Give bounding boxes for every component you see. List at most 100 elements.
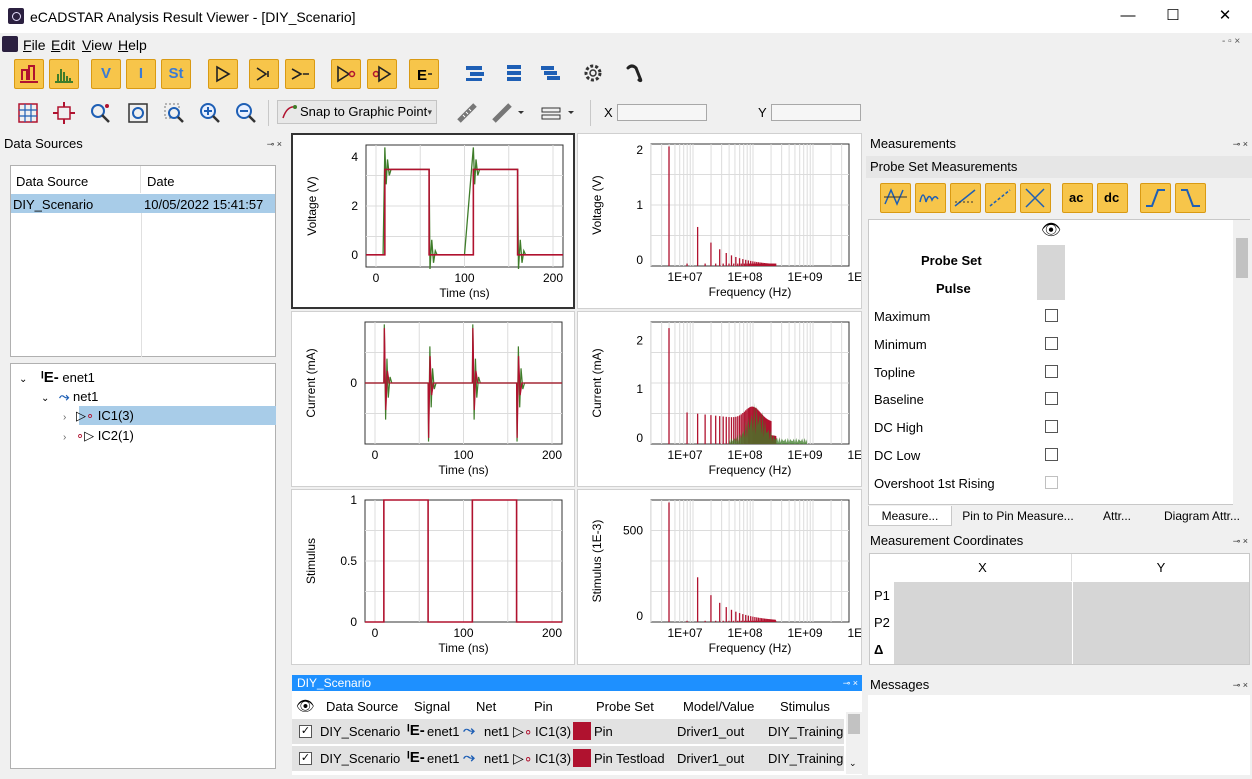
measure-pulse-button[interactable] bbox=[880, 183, 911, 213]
measurement-checkbox[interactable] bbox=[1045, 475, 1058, 489]
measure-slew-button[interactable] bbox=[985, 183, 1016, 213]
x-tick-label: 1E+09 bbox=[787, 270, 822, 284]
signal-cell: enet1 bbox=[427, 751, 460, 766]
pin-close-icon[interactable]: ⊸ × bbox=[1233, 675, 1248, 695]
measure-rising-edge-button[interactable] bbox=[1140, 183, 1171, 213]
measurement-checkbox[interactable] bbox=[1045, 448, 1058, 461]
frequency-chart-button[interactable] bbox=[49, 59, 79, 89]
tab-measure[interactable]: Measure... bbox=[868, 506, 952, 526]
measurement-checkbox[interactable] bbox=[1045, 309, 1058, 322]
zoom-window-icon[interactable] bbox=[126, 101, 150, 125]
enet-button[interactable]: E bbox=[409, 59, 439, 89]
measure-rise-button[interactable] bbox=[950, 183, 981, 213]
stack-button[interactable] bbox=[500, 59, 530, 89]
scrollbar[interactable] bbox=[1233, 220, 1250, 505]
measure-dropdown-icon[interactable] bbox=[490, 101, 524, 125]
plot-cell-3[interactable]: 0 100 200 0 Time (ns) Current (mA) bbox=[291, 311, 575, 487]
measure-falling-edge-button[interactable] bbox=[1175, 183, 1206, 213]
maximize-button[interactable]: ☐ bbox=[1158, 6, 1188, 26]
col-header-stimulus[interactable]: Stimulus bbox=[780, 699, 830, 714]
zoom-in-icon[interactable] bbox=[198, 101, 222, 125]
settings-button[interactable] bbox=[579, 59, 609, 89]
minimize-button[interactable]: — bbox=[1113, 6, 1143, 26]
measure-ac-button[interactable]: ac bbox=[1062, 183, 1093, 213]
snap-to-graphic-point-dropdown[interactable]: Snap to Graphic Point ▾ bbox=[277, 100, 437, 124]
ruler-icon[interactable] bbox=[455, 101, 479, 125]
phone-button[interactable] bbox=[620, 59, 650, 89]
tab-diagram-attributes[interactable]: Diagram Attr... bbox=[1152, 506, 1252, 526]
time-domain-chart-button[interactable] bbox=[14, 59, 44, 89]
close-button[interactable]: ✕ bbox=[1210, 6, 1240, 26]
x-coord-field[interactable] bbox=[617, 104, 707, 121]
scrollbar-thumb[interactable] bbox=[1236, 238, 1248, 278]
plot-cell-1[interactable]: 0 100 200 4 2 0 Time (ns) Voltage (V) bbox=[291, 133, 575, 309]
zoom-area-icon[interactable] bbox=[162, 101, 186, 125]
zoom-out-icon[interactable] bbox=[234, 101, 258, 125]
x-tick-label: 1E+08 bbox=[727, 626, 762, 640]
visibility-eye-icon[interactable]: 👁 bbox=[296, 697, 315, 715]
probe-pin-button[interactable] bbox=[208, 59, 238, 89]
col-header-probe-set[interactable]: Probe Set bbox=[596, 699, 654, 714]
plot-cell-2[interactable]: 1E+07 1E+08 1E+09 1E+10 2 1 0 Frequency (Hz) Vol… bbox=[577, 133, 883, 309]
col-header-model-value[interactable]: Model/Value bbox=[683, 699, 754, 714]
measurement-checkbox[interactable] bbox=[1045, 336, 1058, 350]
y-tick-label: 2 bbox=[636, 143, 643, 157]
row-visible-checkbox[interactable]: ✓ bbox=[299, 752, 312, 765]
probe-pair-button[interactable] bbox=[285, 59, 315, 89]
stimulus-button[interactable]: St bbox=[161, 59, 191, 89]
tree-item-ic2[interactable]: › ∘▷ IC2(1) bbox=[63, 428, 134, 444]
row-visible-checkbox[interactable]: ✓ bbox=[299, 725, 312, 738]
align-dropdown-icon[interactable] bbox=[540, 101, 576, 125]
plot-cell-4[interactable]: 1E+07 1E+08 1E+09 1E+10 2 1 0 Frequency (Hz) Cur… bbox=[577, 311, 883, 487]
menu-help[interactable]: Help bbox=[118, 37, 147, 53]
current-button[interactable]: I bbox=[126, 59, 156, 89]
col-header-data-source[interactable]: Data Source bbox=[16, 174, 88, 189]
plot-cell-5[interactable]: 0 100 200 1 0.5 0 Time (ns) Stimulus bbox=[291, 489, 575, 665]
tree-item-enet1[interactable]: ⌄ ᴵE- enet1 bbox=[19, 369, 95, 386]
pin-close-icon[interactable]: ⊸ × bbox=[1233, 134, 1248, 154]
measure-dc-button[interactable]: dc bbox=[1097, 183, 1128, 213]
zoom-fit-all-icon[interactable] bbox=[16, 101, 40, 125]
tree-item-ic1[interactable]: › ▷∘ IC1(3) bbox=[63, 408, 134, 424]
measure-ringing-button[interactable] bbox=[915, 183, 946, 213]
chevron-down-icon[interactable]: ⌄ bbox=[849, 758, 857, 769]
tab-pin-to-pin[interactable]: Pin to Pin Measure... bbox=[954, 506, 1082, 526]
scrollbar[interactable]: ⌄ bbox=[846, 712, 862, 774]
col-header-data-source[interactable]: Data Source bbox=[326, 699, 398, 714]
dc-measure-icon: dc bbox=[1104, 190, 1119, 205]
layout-button[interactable] bbox=[461, 59, 491, 89]
y-coord-field[interactable] bbox=[771, 104, 861, 121]
measure-crossing-button[interactable] bbox=[1020, 183, 1051, 213]
probe-set-header: Probe Set bbox=[921, 253, 982, 268]
mdi-controls[interactable]: - ▫ × bbox=[1222, 36, 1240, 47]
pin-close-icon[interactable]: ⊸ × bbox=[843, 675, 858, 691]
measurement-checkbox[interactable] bbox=[1045, 420, 1058, 434]
driver-button[interactable] bbox=[331, 59, 361, 89]
enet-icon: E bbox=[417, 67, 432, 84]
pin-close-icon[interactable]: ⊸ × bbox=[267, 134, 282, 154]
col-header-date[interactable]: Date bbox=[147, 174, 174, 189]
voltage-button[interactable]: V bbox=[91, 59, 121, 89]
multi-stack-button[interactable] bbox=[536, 59, 566, 89]
tree-item-net1[interactable]: ⌄ ⤳ net1 bbox=[41, 389, 98, 405]
net-icon: ⤳ bbox=[59, 389, 70, 404]
measurement-checkbox[interactable] bbox=[1045, 364, 1058, 378]
table-row[interactable]: DIY_Scenario 10/05/2022 15:41:57 bbox=[11, 194, 275, 213]
plot-cell-6[interactable]: 1E+07 1E+08 1E+09 1E+10 500 0 Frequency (Hz) St… bbox=[577, 489, 883, 665]
menu-file[interactable]: File bbox=[23, 37, 46, 53]
tab-attributes[interactable]: Attr... bbox=[1084, 506, 1150, 526]
menu-view[interactable]: View bbox=[82, 37, 112, 53]
visibility-eye-icon[interactable]: 👁 bbox=[1037, 220, 1065, 244]
zoom-query-icon[interactable] bbox=[88, 101, 112, 125]
col-header-pin[interactable]: Pin bbox=[534, 699, 553, 714]
y-axis-label: Current (mA) bbox=[304, 348, 318, 417]
receiver-button[interactable] bbox=[367, 59, 397, 89]
col-header-net[interactable]: Net bbox=[476, 699, 496, 714]
pin-close-icon[interactable]: ⊸ × bbox=[1233, 531, 1248, 551]
measurement-checkbox[interactable] bbox=[1045, 392, 1058, 406]
zoom-extents-icon[interactable] bbox=[52, 101, 76, 125]
menu-edit[interactable]: Edit bbox=[51, 37, 75, 53]
scrollbar-thumb[interactable] bbox=[848, 714, 860, 734]
col-header-signal[interactable]: Signal bbox=[414, 699, 450, 714]
probe-diff-button[interactable] bbox=[249, 59, 279, 89]
